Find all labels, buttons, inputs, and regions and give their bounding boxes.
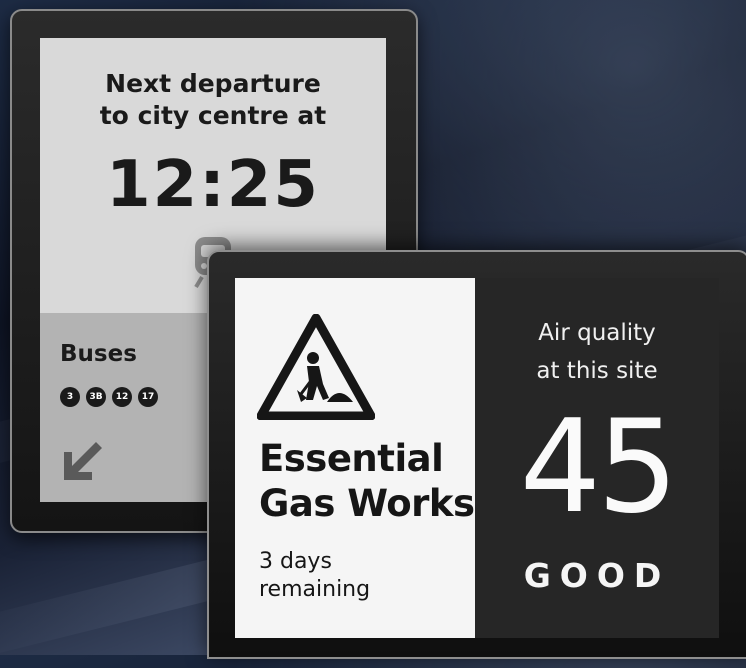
air-quality-heading-line2: at this site xyxy=(536,358,658,384)
air-quality-panel: Air quality at this site 45 GOOD xyxy=(475,278,719,638)
info-display-device: Essential Gas Works 3 days remaining Air… xyxy=(207,250,746,659)
departure-time: 12:25 xyxy=(106,148,320,222)
buses-label: Buses xyxy=(60,341,137,367)
departure-heading-line2: to city centre at xyxy=(99,101,327,130)
bus-route-badge: 3B xyxy=(86,387,106,407)
departure-heading: Next departure to city centre at xyxy=(40,68,386,132)
arrow-down-left-icon xyxy=(64,442,102,480)
bus-route-badge: 12 xyxy=(112,387,132,407)
air-quality-rating: GOOD xyxy=(523,556,671,595)
air-quality-value: 45 xyxy=(519,393,679,542)
info-screen: Essential Gas Works 3 days remaining Air… xyxy=(235,278,719,638)
works-remaining-line2: remaining xyxy=(259,577,371,602)
road-works-warning-icon xyxy=(257,314,375,420)
works-notice-line2: Gas Works xyxy=(259,482,475,525)
works-remaining-line1: 3 days xyxy=(259,549,332,574)
bus-route-badge: 3 xyxy=(60,387,80,407)
departure-heading-line1: Next departure xyxy=(105,69,321,98)
air-quality-heading: Air quality at this site xyxy=(475,314,719,390)
bus-routes: 3 3B 12 17 xyxy=(60,387,158,407)
air-quality-heading-line1: Air quality xyxy=(538,320,656,346)
works-notice-line1: Essential xyxy=(259,437,444,480)
bus-route-badge: 17 xyxy=(138,387,158,407)
works-notice-panel: Essential Gas Works 3 days remaining xyxy=(235,278,475,638)
works-notice-title: Essential Gas Works xyxy=(259,436,475,526)
works-remaining: 3 days remaining xyxy=(259,548,370,604)
